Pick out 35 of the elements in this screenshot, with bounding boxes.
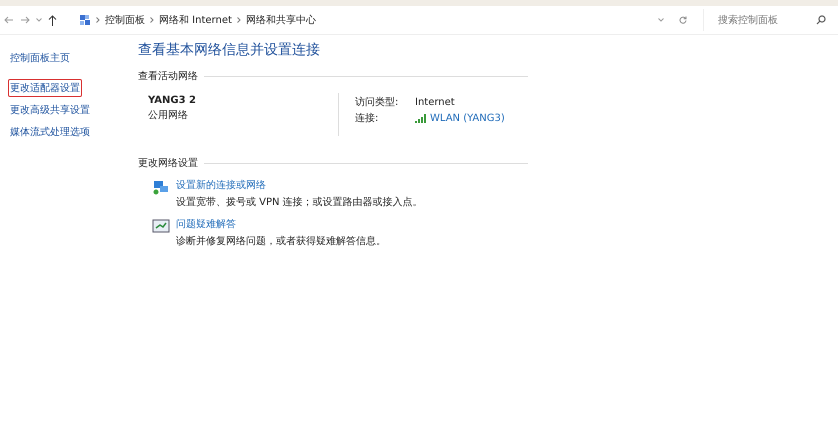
chevron-down-icon[interactable] bbox=[658, 18, 664, 22]
breadcrumb-item[interactable]: 网络和共享中心 bbox=[246, 13, 316, 27]
search-field[interactable]: 搜索控制面板 bbox=[716, 14, 816, 26]
sidebar-link[interactable]: 媒体流式处理选项 bbox=[8, 123, 92, 141]
sidebar-link[interactable]: 更改高级共享设置 bbox=[8, 101, 92, 119]
task-description: 设置宽带、拨号或 VPN 连接；或设置路由器或接入点。 bbox=[176, 196, 423, 209]
network-type: 公用网络 bbox=[148, 109, 189, 122]
connection-link[interactable]: WLAN (YANG3) bbox=[430, 112, 505, 124]
troubleshoot-icon bbox=[152, 217, 170, 235]
page-title: 查看基本网络信息并设置连接 bbox=[138, 41, 321, 59]
back-icon[interactable] bbox=[4, 16, 14, 24]
connection-label: 连接: bbox=[355, 112, 380, 125]
forward-icon[interactable] bbox=[20, 16, 30, 24]
search-icon bbox=[816, 15, 826, 25]
sidebar-link[interactable]: 控制面板主页 bbox=[8, 49, 72, 67]
chevron-right-icon bbox=[150, 17, 154, 23]
control-panel-icon bbox=[79, 14, 91, 26]
sidebar-link[interactable]: 更改适配器设置 bbox=[8, 79, 82, 97]
breadcrumb-item[interactable]: 网络和 Internet bbox=[159, 13, 232, 27]
chevron-down-icon[interactable] bbox=[36, 18, 42, 22]
up-arrow-icon[interactable] bbox=[48, 14, 57, 26]
task-description: 诊断并修复网络问题，或者获得疑难解答信息。 bbox=[176, 234, 386, 248]
chevron-right-icon bbox=[96, 17, 100, 23]
breadcrumb-item[interactable]: 控制面板 bbox=[105, 13, 145, 27]
task-link[interactable]: 问题疑难解答 bbox=[176, 217, 386, 231]
access-type-label: 访问类型: bbox=[355, 96, 400, 109]
access-type-value: Internet bbox=[415, 96, 455, 108]
network-setup-icon bbox=[152, 178, 170, 196]
section-heading: 查看活动网络 bbox=[138, 70, 198, 83]
refresh-icon[interactable] bbox=[679, 16, 687, 24]
task-link[interactable]: 设置新的连接或网络 bbox=[176, 178, 423, 192]
chevron-right-icon bbox=[236, 17, 241, 23]
section-heading: 更改网络设置 bbox=[138, 156, 198, 170]
network-name: YANG3 2 bbox=[148, 95, 197, 106]
wifi-signal-icon bbox=[415, 114, 426, 122]
